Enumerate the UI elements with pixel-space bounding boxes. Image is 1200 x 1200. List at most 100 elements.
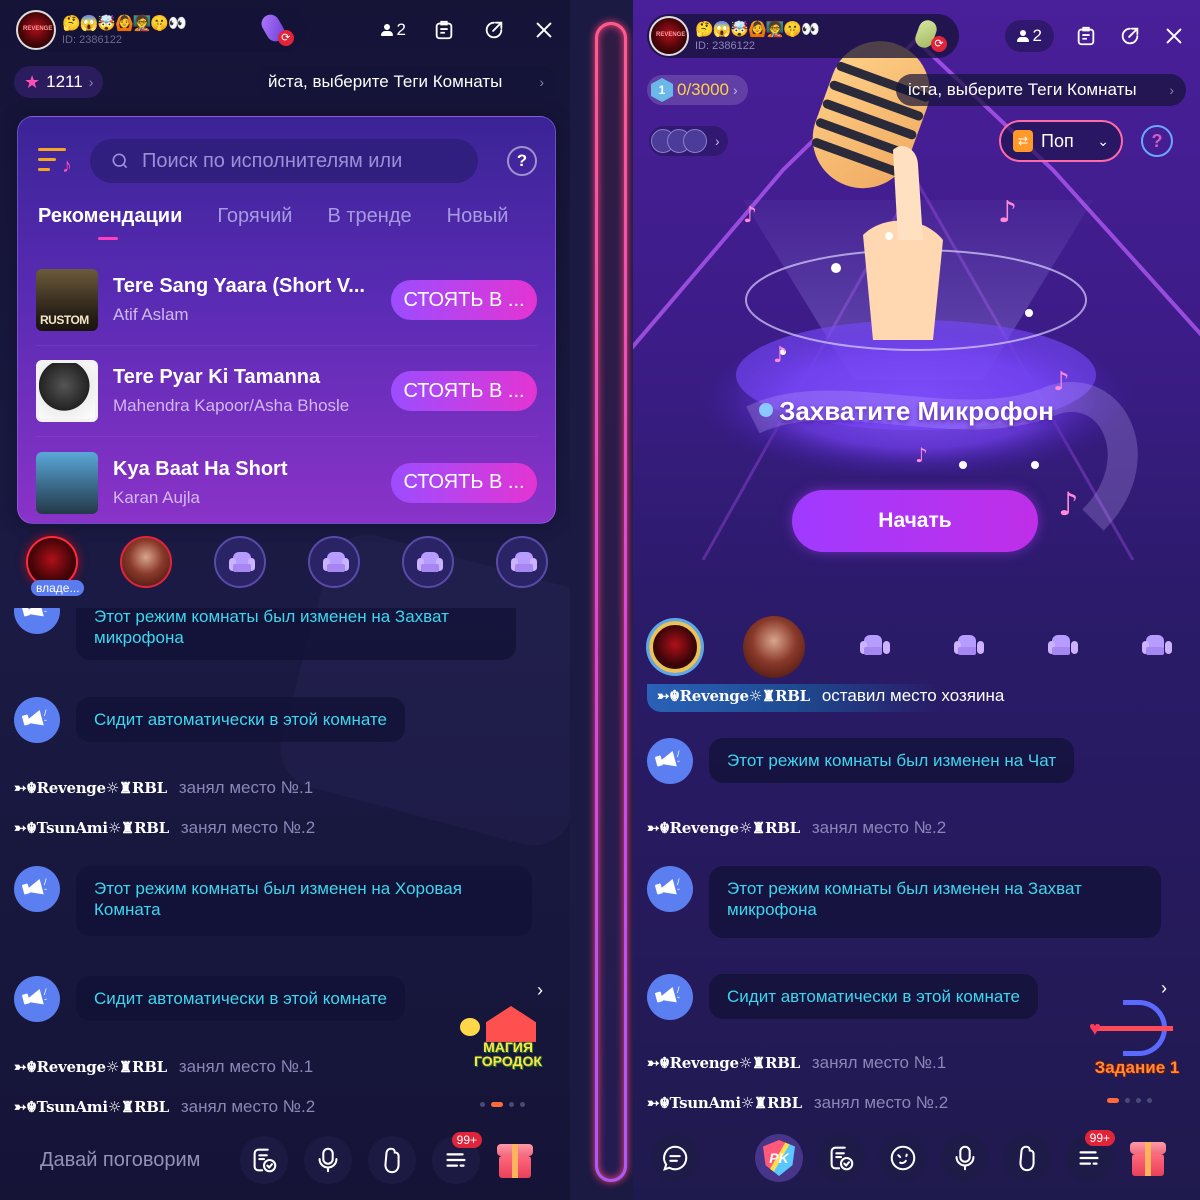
song-row[interactable]: Tere Pyar Ki Tamanna Mahendra Kapoor/Ash…: [36, 346, 537, 437]
notice-board-icon[interactable]: [432, 18, 456, 42]
owner-badge: владе...: [31, 580, 85, 596]
raise-hand-icon[interactable]: [1003, 1134, 1051, 1182]
seat-user-2[interactable]: [120, 536, 172, 588]
seat-empty[interactable]: [308, 536, 360, 588]
playlist-icon[interactable]: ♪: [38, 146, 72, 176]
pk-battle-icon[interactable]: PK: [755, 1134, 803, 1182]
share-icon[interactable]: [1118, 24, 1142, 48]
seat-taken-line: ➳☬TsunAmi☼♜RBL занял место №.2: [647, 1093, 948, 1113]
username[interactable]: ➳☬Revenge☼♜RBL: [647, 1054, 800, 1072]
notice-board-icon[interactable]: [1074, 24, 1098, 48]
sofa-icon: [1048, 635, 1078, 659]
action-text: оставил место хозяина: [821, 686, 1005, 705]
page-dot[interactable]: [509, 1102, 514, 1107]
page-dot-active[interactable]: [1107, 1098, 1119, 1103]
host-left-notice: ➳☬Revenge☼♜RBL оставил место хозяина: [647, 684, 1015, 712]
song-request-icon[interactable]: [817, 1134, 865, 1182]
queue-song-button[interactable]: СТОЯТЬ В ...: [391, 280, 537, 320]
action-text: занял место №.1: [178, 778, 314, 797]
room-info-pill[interactable]: 🤔😱🤯🙆🧑‍🏫🤫👀 ID: 2386122 ⟳: [14, 8, 306, 52]
help-icon[interactable]: ?: [1141, 125, 1173, 157]
chevron-right-icon: ›: [539, 74, 544, 90]
seat-empty[interactable]: [402, 536, 454, 588]
room-avatar[interactable]: [649, 16, 689, 56]
seat-empty[interactable]: [941, 621, 993, 673]
promo-label: МАГИЯ ГОРОДОК: [474, 1039, 542, 1069]
tab-new[interactable]: Новый: [447, 205, 509, 228]
svg-text:♪: ♪: [1058, 485, 1078, 523]
gift-icon[interactable]: [496, 1140, 534, 1180]
emoji-icon[interactable]: [879, 1134, 927, 1182]
system-message: / - Этот режим комнаты был изменен на Чат: [647, 738, 1075, 784]
page-dot-active[interactable]: [491, 1102, 503, 1107]
tab-trending[interactable]: В тренде: [327, 205, 411, 228]
audience-avatars-button[interactable]: ›: [649, 126, 728, 156]
page-dot[interactable]: [480, 1102, 485, 1107]
pk-label: PK: [763, 1140, 795, 1176]
seat-empty[interactable]: [496, 536, 548, 588]
page-dot[interactable]: [520, 1102, 525, 1107]
seat-owner[interactable]: владе...: [26, 536, 85, 596]
close-icon[interactable]: [532, 18, 556, 42]
share-icon[interactable]: [482, 18, 506, 42]
tab-recommendations[interactable]: Рекомендации: [38, 205, 182, 240]
page-dot[interactable]: [1125, 1098, 1130, 1103]
magic-town-promo[interactable]: МАГИЯ ГОРОДОК: [458, 1000, 554, 1080]
microphone-icon[interactable]: [941, 1134, 989, 1182]
seat-empty[interactable]: [1035, 621, 1087, 673]
menu-icon[interactable]: 99+: [432, 1132, 482, 1184]
mic-mode-switch-icon[interactable]: ⟳: [257, 11, 296, 48]
online-users-button[interactable]: 2: [380, 20, 406, 40]
star-points-button[interactable]: ★ 1211 ›: [14, 66, 104, 98]
username[interactable]: ➳☬Revenge☼♜RBL: [14, 1058, 167, 1076]
microphone-icon[interactable]: [304, 1136, 352, 1184]
promo-pagination: [1107, 1098, 1152, 1103]
seat-empty[interactable]: [1129, 621, 1181, 673]
song-row[interactable]: Tere Sang Yaara (Short V... Atif Aslam С…: [36, 255, 537, 346]
room-avatar[interactable]: [16, 10, 56, 50]
username[interactable]: ➳☬Revenge☼♜RBL: [647, 819, 800, 837]
raise-hand-icon[interactable]: [368, 1136, 416, 1184]
username[interactable]: ➳☬Revenge☼♜RBL: [657, 687, 810, 705]
song-row[interactable]: Kya Baat Ha Short Karan Aujla СТОЯТЬ В .…: [36, 437, 537, 528]
gift-icon[interactable]: [1129, 1138, 1167, 1178]
chat-input[interactable]: Давай поговорим: [14, 1149, 224, 1172]
notification-badge: 99+: [1084, 1130, 1115, 1146]
room-name-emojis: 🤔😱🤯🙆🧑‍🏫🤫👀: [695, 20, 820, 38]
username[interactable]: ➳☬Revenge☼♜RBL: [14, 779, 167, 797]
online-users-button[interactable]: 2: [1004, 20, 1054, 52]
neon-capsule-decoration: [595, 22, 627, 1182]
menu-icon[interactable]: 99+: [1065, 1130, 1115, 1182]
genre-dropdown[interactable]: ⇄ Поп ⌄: [999, 120, 1123, 162]
username[interactable]: ➳☬TsunAmi☼♜RBL: [14, 1098, 169, 1116]
seat-empty[interactable]: [214, 536, 266, 588]
help-icon[interactable]: ?: [507, 146, 537, 176]
room-id: ID: 2386122: [695, 39, 755, 52]
room-tags-button[interactable]: йста, выберите Теги Комнаты ›: [256, 66, 556, 98]
tab-hot[interactable]: Горячий: [217, 205, 292, 228]
left-room-screen: 🤔😱🤯🙆🧑‍🏫🤫👀 ID: 2386122 ⟳ 2: [0, 0, 570, 1200]
album-cover: [36, 451, 98, 514]
seat-user-2[interactable]: [743, 616, 805, 678]
close-icon[interactable]: [1162, 24, 1186, 48]
queue-song-button[interactable]: СТОЯТЬ В ...: [391, 462, 537, 503]
room-tags-button[interactable]: іста, выберите Теги Комнаты ›: [896, 74, 1186, 106]
seat-owner[interactable]: [649, 621, 701, 673]
page-dot[interactable]: [1147, 1098, 1152, 1103]
promo-next-chevron[interactable]: ›: [537, 980, 543, 1001]
room-level-button[interactable]: 1 0/3000 ›: [647, 75, 748, 105]
song-request-icon[interactable]: [240, 1136, 288, 1184]
task-promo[interactable]: ♥ Задание 1: [1085, 996, 1189, 1077]
start-button[interactable]: Начать: [792, 490, 1038, 552]
system-message-text: Сидит автоматически в этой комнате: [709, 974, 1038, 1019]
username[interactable]: ➳☬TsunAmi☼♜RBL: [647, 1094, 802, 1112]
username[interactable]: ➳☬TsunAmi☼♜RBL: [14, 819, 169, 837]
chat-bubble-icon[interactable]: [651, 1134, 699, 1182]
queue-song-button[interactable]: СТОЯТЬ В ...: [391, 371, 537, 411]
seat-empty[interactable]: [847, 621, 899, 673]
sofa-icon: [323, 552, 349, 574]
page-dot[interactable]: [1136, 1098, 1141, 1103]
song-search-input[interactable]: Поиск по исполнителям или: [90, 139, 478, 183]
mic-grab-mode-icon[interactable]: ⟳: [912, 17, 949, 54]
room-info-pill[interactable]: 🤔😱🤯🙆🧑‍🏫🤫👀 ID: 2386122 ⟳: [647, 14, 959, 58]
